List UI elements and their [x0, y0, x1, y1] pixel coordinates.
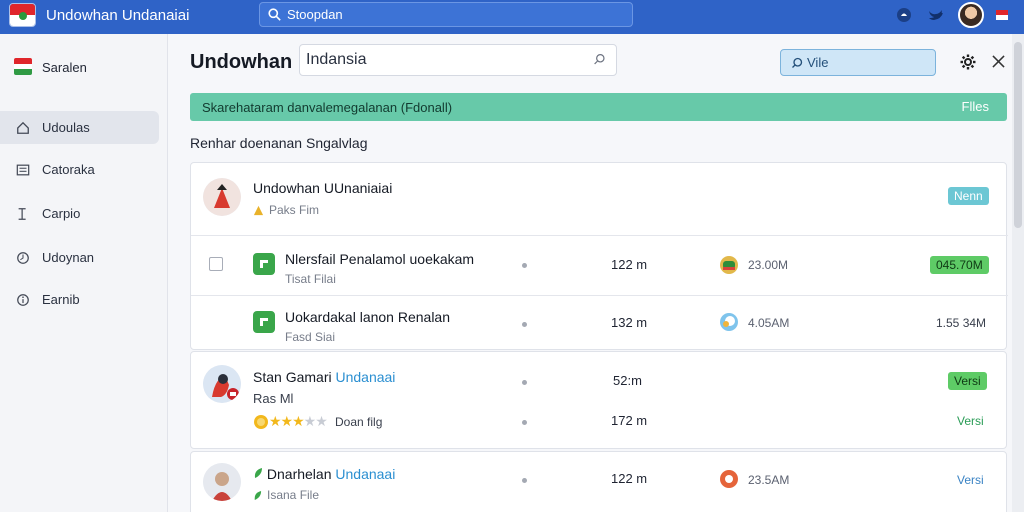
scrollbar-thumb[interactable]: [1014, 42, 1022, 228]
file-size: 122 m: [611, 471, 648, 486]
global-search[interactable]: [259, 2, 633, 27]
sidebar-item-udoynan[interactable]: Udoynan: [0, 241, 159, 274]
file-group-card[interactable]: Stan Gamari Undanaai Ras Ml ★★★ ★★ Doan f…: [190, 351, 1007, 449]
global-search-input[interactable]: [287, 7, 617, 22]
file-modified: 1.55 34M: [936, 316, 987, 330]
file-icon: [253, 311, 275, 333]
close-icon[interactable]: [992, 55, 1005, 68]
app-title: Undowhan Undanaiai: [46, 7, 190, 24]
sidebar-item-carpio[interactable]: Carpio: [0, 197, 159, 230]
flag-logo-icon: [9, 3, 36, 27]
search-icon: [792, 57, 803, 68]
avatar: [203, 463, 241, 501]
section-title: Renhar doenanan Sngalvlag: [190, 135, 368, 151]
home-icon: [14, 119, 31, 136]
document-icon: [14, 205, 31, 222]
leaf-icon: [254, 490, 262, 500]
file-size: 132 m: [611, 315, 648, 330]
separator-dot: [522, 478, 527, 483]
rating-stars[interactable]: ★★★ ★★: [253, 413, 328, 430]
coin-icon: [254, 414, 268, 429]
star-icon: ★★: [303, 413, 328, 429]
warning-icon: [253, 205, 264, 215]
sidebar-item-label: Earnib: [42, 292, 80, 307]
search-icon[interactable]: [593, 53, 606, 66]
file-value: 4.05AM: [748, 316, 790, 330]
file-name: Nlersfail Penalamol uoekakam: [285, 251, 475, 267]
language-flag-icon[interactable]: [996, 10, 1008, 20]
top-bar: Undowhan Undanaiai: [0, 0, 1024, 34]
avatar: [203, 178, 241, 216]
file-value: 23.5AM: [748, 473, 790, 487]
flag-icon: [14, 58, 32, 75]
file-sub: Fasd Siai: [285, 330, 336, 344]
page-title: Undowhan: [190, 51, 293, 73]
separator-dot: [522, 380, 527, 385]
gear-icon[interactable]: [960, 54, 976, 70]
sidebar-header: Saralen: [42, 60, 87, 75]
notification-icon[interactable]: [896, 7, 912, 23]
group-sub: Paks Fim: [253, 203, 319, 217]
leaf-icon: [254, 468, 262, 478]
rating-label: Doan filg: [335, 415, 383, 429]
file-size: 122 m: [611, 257, 648, 272]
sync-status-icon: [720, 256, 738, 274]
version-badge: 045.70M: [930, 256, 989, 274]
version-link[interactable]: Versi: [951, 412, 990, 430]
sidebar-item-udoulas[interactable]: Udoulas: [0, 111, 159, 144]
group-sub: Isana File: [253, 488, 319, 502]
separator-dot: [522, 263, 527, 268]
table-row[interactable]: Uokardakal lanon Renalan Fasd Siai 132 m…: [191, 295, 1008, 351]
sidebar-item-label: Carpio: [42, 206, 81, 221]
version-badge: Versi: [948, 372, 987, 390]
info-icon: [14, 291, 31, 308]
sidebar-item-label: Udoynan: [42, 250, 95, 265]
sync-status-icon: [720, 313, 738, 331]
banner-text: Skarehataram danvalemegalanan (Fdonall): [202, 99, 453, 115]
file-group-card[interactable]: Dnarhelan Undanaai Isana File 122 m 23.5…: [190, 451, 1007, 512]
group-name: Stan Gamari Undanaai: [253, 369, 396, 385]
row-checkbox[interactable]: [209, 257, 223, 271]
group-header-row[interactable]: Undowhan UUnaniaiai Paks Fim Nenn: [191, 163, 1008, 235]
sidebar-item-catoraka[interactable]: Catoraka: [0, 153, 159, 186]
sidebar-item-label: Udoulas: [42, 120, 90, 135]
group-sub: Ras Ml: [253, 391, 294, 406]
file-size: 172 m: [611, 413, 648, 428]
star-icon: ★★★: [269, 413, 305, 429]
info-banner: Skarehataram danvalemegalanan (Fdonall) …: [190, 93, 1007, 121]
banner-files-button[interactable]: Flles: [962, 99, 989, 114]
title-search-input[interactable]: [299, 44, 617, 76]
version-link[interactable]: Versi: [951, 471, 990, 489]
separator-dot: [522, 322, 527, 327]
bird-icon[interactable]: [928, 7, 944, 23]
avatar: [203, 365, 241, 403]
file-group-card: Undowhan UUnaniaiai Paks Fim Nenn Nlersf…: [190, 162, 1008, 351]
file-size: 52:m: [613, 373, 642, 388]
record-status-icon: [720, 470, 738, 488]
view-button-label: Vile: [807, 55, 829, 70]
table-row[interactable]: Nlersfail Penalamol uoekakam Tisat Filai…: [191, 235, 1008, 295]
file-icon: [253, 253, 275, 275]
separator-dot: [522, 420, 527, 425]
file-value: 23.00M: [748, 258, 789, 272]
sidebar: Saralen Udoulas Catoraka Carpio Udoynan …: [0, 34, 168, 512]
sidebar-item-label: Catoraka: [42, 162, 95, 177]
scrollbar[interactable]: [1012, 34, 1024, 512]
file-name: Uokardakal lanon Renalan: [285, 309, 450, 325]
list-icon: [14, 161, 31, 178]
search-icon: [268, 8, 281, 21]
group-name: Undowhan UUnaniaiai: [253, 180, 393, 196]
group-name: Dnarhelan Undanaai: [253, 466, 395, 482]
main-content: Undowhan Vile Skarehataram danvalemegala…: [168, 34, 1024, 512]
sidebar-item-earnib[interactable]: Earnib: [0, 283, 159, 316]
clock-icon: [14, 249, 31, 266]
view-button[interactable]: Vile: [780, 49, 936, 76]
status-badge: Nenn: [948, 187, 989, 205]
file-sub: Tisat Filai: [285, 272, 336, 286]
user-avatar[interactable]: [958, 2, 984, 28]
